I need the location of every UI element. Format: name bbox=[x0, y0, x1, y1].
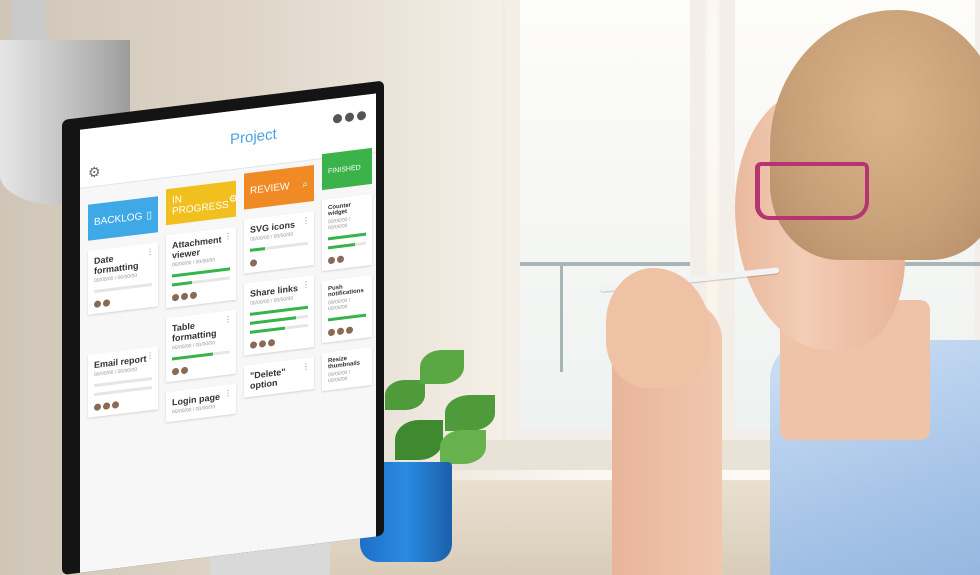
column-review: REVIEW ⌕ ⋮ SVG icons 00/00/00 / 00/00/00… bbox=[244, 165, 314, 413]
progress-bar bbox=[328, 313, 366, 322]
column-header-review[interactable]: REVIEW ⌕ bbox=[244, 165, 314, 210]
card-menu-icon[interactable]: ⋮ bbox=[302, 362, 310, 372]
avatar bbox=[259, 339, 266, 348]
card-date: 00/00/00 / 00/00/00 bbox=[328, 297, 351, 313]
progress-bar bbox=[94, 385, 152, 397]
clipboard-icon: ▯ bbox=[146, 209, 152, 222]
progress-bar bbox=[328, 232, 366, 241]
avatar bbox=[337, 327, 344, 336]
task-card[interactable]: ⋮ Email report 00/00/00 / 00/00/00 bbox=[88, 346, 158, 418]
kanban-columns: BACKLOG ▯ ⋮ Date formatting 00/00/00 / 0… bbox=[88, 147, 376, 432]
column-label: REVIEW bbox=[250, 180, 290, 197]
card-menu-icon[interactable]: ⋮ bbox=[146, 247, 154, 257]
task-card[interactable]: ⋮ Share links 00/00/00 / 00/00/00 bbox=[244, 275, 314, 356]
progress-bar bbox=[94, 282, 152, 294]
task-card[interactable]: ⋮ SVG icons 00/00/00 / 00/00/00 bbox=[244, 211, 314, 274]
task-card[interactable]: ⋮ Table formatting 00/00/00 / 00/00/00 bbox=[166, 309, 236, 383]
task-card[interactable]: Counter widget 00/00/00 / 00/00/00 bbox=[322, 193, 372, 272]
avatar[interactable] bbox=[345, 112, 354, 123]
column-finished: FINISHED Counter widget 00/00/00 / 00/00… bbox=[322, 147, 372, 403]
progress-bar bbox=[250, 314, 308, 325]
card-menu-icon[interactable]: ⋮ bbox=[224, 314, 232, 324]
avatar bbox=[94, 300, 101, 309]
avatar bbox=[172, 367, 179, 376]
card-avatars bbox=[250, 253, 308, 267]
card-avatars bbox=[328, 325, 366, 337]
avatar bbox=[181, 366, 188, 375]
task-card[interactable]: ⋮ "Delete" option bbox=[244, 357, 314, 398]
kanban-screen: ⚙ Project BACKLOG ▯ ⋮ Date formatting 00… bbox=[80, 93, 376, 573]
card-date: 00/00/00 / 00/00/00 bbox=[328, 216, 351, 232]
card-avatars bbox=[94, 397, 152, 412]
card-menu-icon[interactable]: ⋮ bbox=[224, 388, 232, 398]
header-user-icons bbox=[333, 110, 366, 124]
card-avatars bbox=[94, 294, 152, 309]
gear-icon: ⚙ bbox=[228, 192, 238, 206]
task-card[interactable]: ⋮ Login page 00/00/00 / 00/00/00 bbox=[166, 383, 236, 423]
project-title: Project bbox=[230, 125, 277, 149]
task-card[interactable]: ⋮ Date formatting 00/00/00 / 00/00/00 bbox=[88, 242, 158, 315]
column-label: BACKLOG bbox=[94, 210, 143, 228]
task-card[interactable]: Push notifications 00/00/00 / 00/00/00 bbox=[322, 274, 372, 344]
avatar bbox=[328, 328, 335, 337]
plant-leaf bbox=[440, 430, 486, 464]
card-avatars bbox=[328, 253, 366, 265]
card-menu-icon[interactable]: ⋮ bbox=[302, 280, 310, 290]
avatar bbox=[337, 255, 344, 264]
plant-leaf bbox=[445, 395, 495, 431]
card-avatars bbox=[250, 335, 308, 349]
window-railing-post bbox=[560, 262, 563, 372]
avatar bbox=[112, 401, 119, 409]
search-icon: ⌕ bbox=[302, 178, 308, 190]
column-in-progress: IN PROGRESS ⚙ ⋮ Attachment viewer 00/00/… bbox=[166, 180, 238, 423]
column-label: IN PROGRESS bbox=[172, 194, 229, 218]
plant-leaf bbox=[420, 350, 464, 384]
progress-bar bbox=[172, 350, 230, 361]
avatar bbox=[250, 341, 257, 349]
progress-bar bbox=[250, 241, 308, 252]
window-railing-left bbox=[520, 262, 690, 266]
avatar bbox=[268, 338, 275, 347]
task-card[interactable]: ⋮ Attachment viewer 00/00/00 / 00/00/00 bbox=[166, 226, 236, 309]
avatar bbox=[328, 256, 335, 265]
card-menu-icon[interactable]: ⋮ bbox=[302, 216, 310, 226]
card-menu-icon[interactable]: ⋮ bbox=[224, 231, 232, 241]
progress-bar bbox=[94, 376, 152, 388]
monitor: ⚙ Project BACKLOG ▯ ⋮ Date formatting 00… bbox=[62, 80, 384, 575]
avatar bbox=[103, 402, 110, 410]
progress-bar bbox=[250, 305, 308, 316]
card-menu-icon[interactable]: ⋮ bbox=[146, 351, 154, 361]
progress-bar bbox=[328, 241, 366, 250]
column-label: FINISHED bbox=[328, 163, 361, 175]
progress-bar bbox=[172, 267, 230, 278]
avatar bbox=[172, 293, 179, 302]
avatar bbox=[181, 292, 188, 301]
avatar bbox=[94, 403, 101, 412]
avatar bbox=[346, 326, 353, 335]
avatar bbox=[250, 259, 257, 267]
card-date: 00/00/00 / 00/00/00 bbox=[328, 369, 351, 385]
card-avatars bbox=[172, 287, 230, 302]
column-header-backlog[interactable]: BACKLOG ▯ bbox=[88, 196, 158, 241]
plant-leaf bbox=[395, 420, 443, 460]
card-avatars bbox=[172, 361, 230, 376]
avatar bbox=[190, 291, 197, 300]
progress-bar bbox=[172, 276, 230, 287]
plant-leaf bbox=[385, 380, 425, 410]
avatar bbox=[103, 299, 110, 307]
task-card[interactable]: Resize thumbnails 00/00/00 / 00/00/00 bbox=[322, 346, 372, 392]
photo-scene: ⚙ Project BACKLOG ▯ ⋮ Date formatting 00… bbox=[0, 0, 980, 575]
avatar[interactable] bbox=[357, 110, 366, 121]
glasses-icon bbox=[755, 162, 869, 220]
column-backlog: BACKLOG ▯ ⋮ Date formatting 00/00/00 / 0… bbox=[88, 196, 158, 432]
column-header-finished[interactable]: FINISHED bbox=[322, 147, 372, 191]
card-title: "Delete" option bbox=[250, 366, 286, 391]
avatar[interactable] bbox=[333, 113, 342, 124]
gear-icon[interactable]: ⚙ bbox=[88, 163, 101, 182]
column-header-in-progress[interactable]: IN PROGRESS ⚙ bbox=[166, 180, 238, 226]
progress-bar bbox=[250, 323, 308, 334]
